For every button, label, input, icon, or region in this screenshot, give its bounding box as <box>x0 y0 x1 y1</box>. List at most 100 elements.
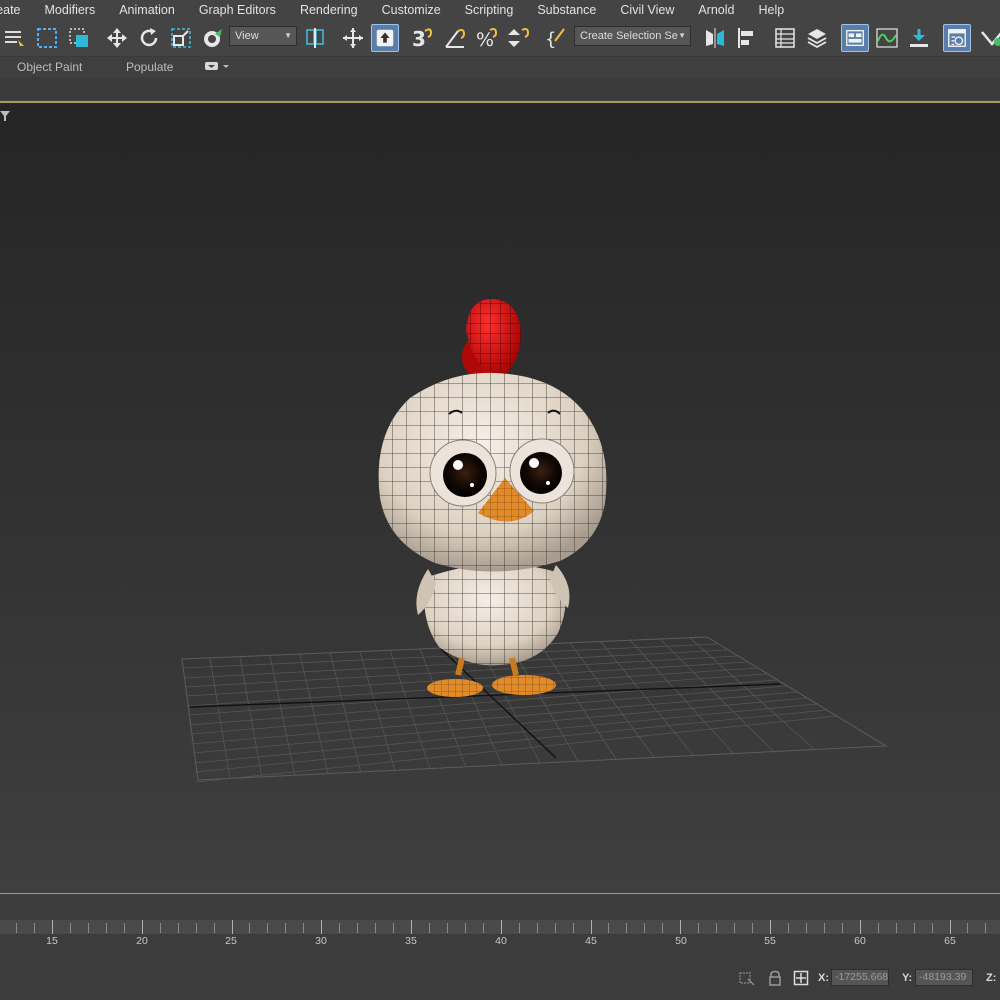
ruler-tick <box>249 923 251 933</box>
menu-create[interactable]: reate <box>0 0 33 20</box>
menu-bar: reate Modifiers Animation Graph Editors … <box>0 0 1000 20</box>
layer-explorer-icon[interactable] <box>803 24 831 52</box>
y-coordinate-field[interactable]: -48193.39 <box>915 969 973 986</box>
isolate-icon[interactable] <box>738 969 756 987</box>
ribbon-panel-strip <box>0 77 1000 100</box>
ruler-tick <box>339 923 341 933</box>
ruler-tick <box>500 920 502 934</box>
ruler-tick <box>267 923 269 933</box>
snap-3d-icon[interactable]: 3 <box>409 24 437 52</box>
scene-explorer-icon[interactable] <box>771 24 799 52</box>
tick-label: 50 <box>675 935 687 947</box>
ruler-tick <box>177 923 179 933</box>
tick-label: 45 <box>585 935 597 947</box>
chevron-down-icon: ▼ <box>284 31 292 40</box>
scale-icon[interactable] <box>167 24 195 52</box>
menu-arnold[interactable]: Arnold <box>686 0 746 20</box>
ruler-tick <box>321 920 323 934</box>
ribbon-tabs: Object Paint Populate <box>0 57 1000 77</box>
manipulate-icon[interactable] <box>339 24 367 52</box>
ruler-tick <box>411 920 412 934</box>
ruler-tick <box>805 923 807 933</box>
ribbon-options-icon[interactable] <box>204 59 230 76</box>
ribbon-toggle-icon[interactable] <box>841 24 869 52</box>
absolute-mode-icon[interactable] <box>792 969 810 987</box>
ruler-tick <box>590 920 592 934</box>
svg-text:%: % <box>476 29 494 51</box>
ruler-tick <box>662 923 664 933</box>
perspective-viewport[interactable] <box>0 101 1000 894</box>
tick-label: 65 <box>944 935 956 947</box>
render-setup-icon[interactable] <box>943 24 971 52</box>
ruler-tick <box>536 923 538 933</box>
ruler-tick <box>393 923 395 933</box>
svg-text:{: { <box>545 29 556 50</box>
tick-label: 35 <box>405 935 417 947</box>
chicken-comb <box>462 298 521 383</box>
menu-civil-view[interactable]: Civil View <box>608 0 686 20</box>
align-icon[interactable] <box>733 24 761 52</box>
ruler-tick <box>841 923 843 933</box>
chicken-body <box>416 564 570 666</box>
ruler-tick <box>518 923 520 933</box>
y-label: Y: <box>902 972 913 984</box>
lock-icon[interactable] <box>766 969 784 987</box>
place-icon[interactable] <box>199 24 227 52</box>
schematic-icon[interactable] <box>905 24 933 52</box>
menu-customize[interactable]: Customize <box>370 0 453 20</box>
ruler-tick <box>105 923 107 933</box>
selection-list-icon[interactable] <box>0 24 28 52</box>
ruler-tick <box>859 920 861 934</box>
percent-snap-icon[interactable]: % <box>473 24 501 52</box>
ruler-tick <box>554 923 556 933</box>
mirror-icon[interactable] <box>701 24 729 52</box>
ruler-tick <box>716 923 718 933</box>
spinner-snap-icon[interactable] <box>505 24 533 52</box>
tab-populate[interactable]: Populate <box>126 60 173 74</box>
menu-rendering[interactable]: Rendering <box>288 0 370 20</box>
menu-graph-editors[interactable]: Graph Editors <box>187 0 288 20</box>
ruler-tick <box>303 923 305 933</box>
ruler-tick <box>16 923 18 933</box>
render-frame-icon[interactable] <box>978 24 1000 52</box>
ruler-tick <box>931 923 933 933</box>
keyboard-shortcut-icon[interactable] <box>371 24 399 52</box>
tick-label: 55 <box>764 935 776 947</box>
named-selection-icon[interactable]: { <box>543 24 571 52</box>
ruler-tick <box>644 923 646 933</box>
ruler-tick <box>357 923 359 933</box>
menu-help[interactable]: Help <box>746 0 796 20</box>
tick-label: 15 <box>46 935 58 947</box>
chevron-down-icon: ▼ <box>678 31 686 40</box>
ruler-tick <box>787 923 789 933</box>
ruler-tick <box>464 923 466 933</box>
status-bar: X: -17255.668 Y: -48193.39 Z: <box>0 957 1000 1000</box>
ruler-tick <box>159 923 161 933</box>
timeline-ruler[interactable]: 15 20 25 30 35 40 45 50 55 60 65 <box>0 895 1000 957</box>
curve-editor-icon[interactable] <box>873 24 901 52</box>
angle-snap-icon[interactable] <box>441 24 469 52</box>
rotate-icon[interactable] <box>135 24 163 52</box>
ruler-tick <box>949 920 951 934</box>
ruler-tick <box>231 920 233 934</box>
menu-substance[interactable]: Substance <box>525 0 608 20</box>
tick-label: 25 <box>225 935 237 947</box>
ruler-tick <box>680 920 682 934</box>
window-crossing-icon[interactable] <box>65 24 93 52</box>
chicken-head <box>378 372 607 572</box>
ruler-tick <box>141 920 143 934</box>
ruler-tick <box>52 920 53 934</box>
region-select-icon[interactable] <box>33 24 61 52</box>
selection-set-dropdown[interactable]: Create Selection Se ▼ <box>574 26 691 46</box>
menu-scripting[interactable]: Scripting <box>453 0 526 20</box>
reference-coordinate-dropdown[interactable]: View ▼ <box>229 26 297 46</box>
scene-render <box>181 298 888 783</box>
menu-modifiers[interactable]: Modifiers <box>33 0 108 20</box>
x-coordinate-field[interactable]: -17255.668 <box>831 969 889 986</box>
pivot-icon[interactable] <box>301 24 329 52</box>
menu-animation[interactable]: Animation <box>107 0 187 20</box>
move-icon[interactable] <box>103 24 131 52</box>
ruler-tick <box>770 920 771 934</box>
tab-object-paint[interactable]: Object Paint <box>17 60 82 74</box>
ruler-tick <box>967 923 969 933</box>
